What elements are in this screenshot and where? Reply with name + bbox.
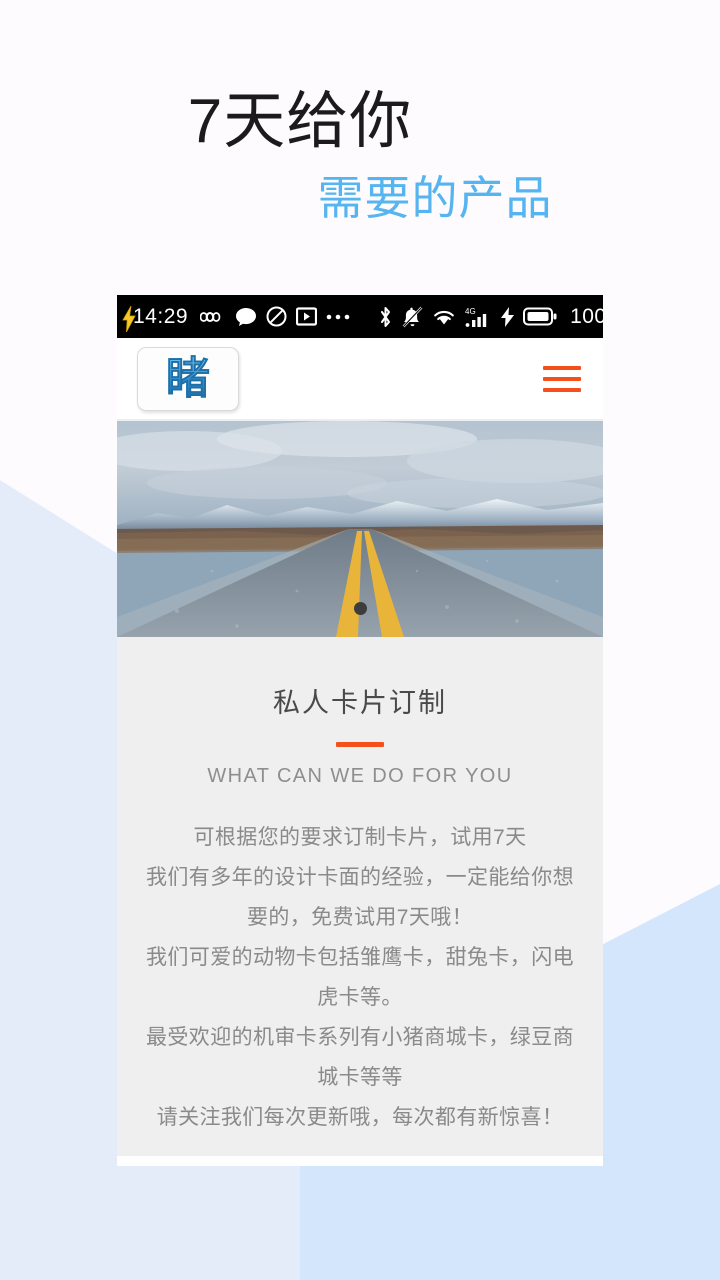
section-paragraph-2: 我们有多年的设计卡面的经验，一定能给你想要的，免费试用7天哦！ (146, 866, 574, 929)
do-not-disturb-icon (266, 306, 287, 328)
section-paragraph-3: 我们可爱的动物卡包括雏鹰卡，甜兔卡，闪电虎卡等。 (146, 946, 574, 1009)
content-section: 私人卡片订制 WHAT CAN WE DO FOR YOU 可根据您的要求订制卡… (117, 637, 603, 1156)
video-play-icon (296, 306, 318, 328)
status-bar: 14:29 4G 100 (117, 295, 603, 338)
site-logo[interactable]: 睹 (122, 306, 239, 411)
battery-level-label: 100 (570, 305, 603, 328)
silent-bell-icon (402, 306, 423, 328)
signal-4g-icon: 4G (465, 306, 492, 328)
infinity-icon (200, 306, 226, 328)
section-body: 可根据您的要求订制卡片，试用7天 我们有多年的设计卡面的经验，一定能给你想要的，… (139, 818, 581, 1138)
hamburger-bar-1 (543, 365, 581, 370)
bluetooth-icon (378, 306, 393, 328)
site-logo-text: 睹 (166, 353, 211, 403)
charging-bolt-icon (501, 306, 515, 328)
message-bubble-icon (235, 306, 257, 328)
carousel-dots[interactable] (117, 602, 603, 615)
section-title-divider (336, 742, 384, 747)
carousel-dot-1[interactable] (353, 602, 367, 615)
app-header: 睹 (117, 306, 603, 421)
hamburger-bar-3 (543, 387, 581, 392)
section-subtitle: WHAT CAN WE DO FOR YOU (207, 765, 513, 787)
more-ellipsis-icon (326, 306, 350, 328)
section-title: 私人卡片订制 (273, 688, 447, 718)
section-paragraph-1: 可根据您的要求订制卡片，试用7天 (193, 826, 527, 849)
status-bar-clock: 14:29 (133, 305, 189, 328)
section-paragraph-5: 请关注我们每次更新哦，每次都有新惊喜！ (156, 1106, 564, 1129)
phone-screen: 14:29 4G 100 睹 私人卡片订制 WHAT CAN WE DO FOR… (117, 295, 603, 1166)
section-paragraph-4: 最受欢迎的机审卡系列有小猪商城卡，绿豆商城卡等等 (146, 1026, 574, 1089)
hero-carousel[interactable] (117, 421, 603, 637)
svg-text:4G: 4G (465, 307, 476, 316)
wifi-icon (432, 306, 456, 328)
hamburger-bar-2 (543, 376, 581, 381)
content-bottom-spacer (117, 1156, 603, 1166)
battery-icon (523, 306, 557, 328)
hamburger-menu[interactable] (543, 364, 581, 394)
